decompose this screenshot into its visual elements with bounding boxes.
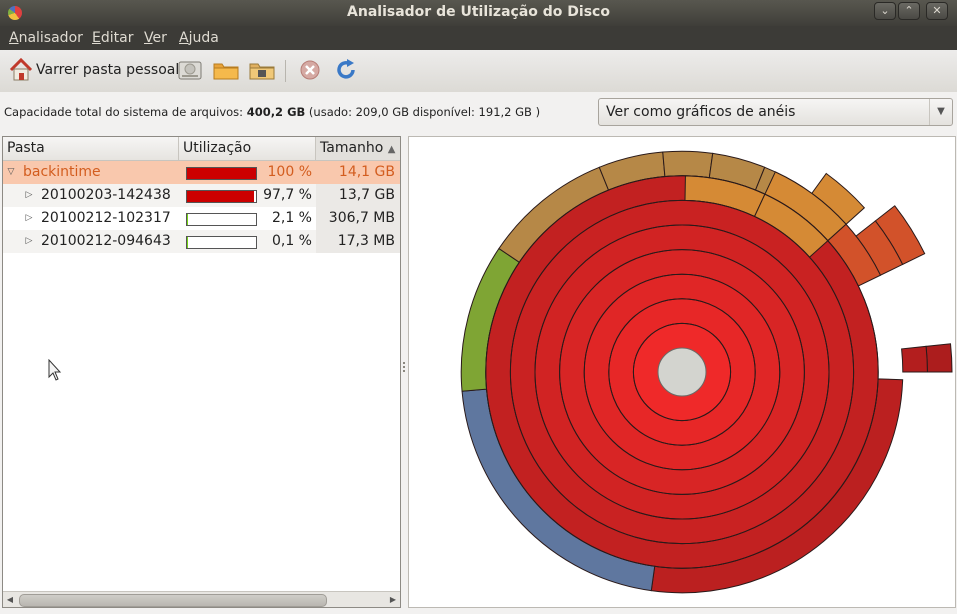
usage-bar xyxy=(186,236,257,249)
scrollbar-thumb[interactable] xyxy=(19,594,327,607)
usage-percent: 2,1 % xyxy=(271,210,312,226)
folder-name: 20100212-102317 xyxy=(41,210,171,226)
capacity-detail: (usado: 209,0 GB disponível: 191,2 GB ) xyxy=(305,105,541,119)
expander-closed-icon[interactable]: ▷ xyxy=(23,207,35,230)
scroll-left-icon[interactable]: ◀ xyxy=(3,592,17,607)
maximize-icon: ⌃ xyxy=(904,4,914,17)
folder-icon xyxy=(213,63,239,80)
chevron-down-icon: ▼ xyxy=(929,99,952,125)
folder-size: 13,7 GB xyxy=(338,187,395,203)
menu-label: ditar xyxy=(100,30,134,46)
ring-chart-panel[interactable] xyxy=(408,136,956,608)
toolbar-separator xyxy=(285,60,286,82)
close-button[interactable]: ✕ xyxy=(926,2,948,20)
horizontal-scrollbar[interactable]: ◀ ▶ xyxy=(3,591,400,607)
minimize-button[interactable]: ⌄ xyxy=(874,2,896,20)
ring-center[interactable] xyxy=(657,347,707,397)
minimize-icon: ⌄ xyxy=(880,4,890,17)
column-label: Tamanho xyxy=(320,140,384,156)
usage-bar-fill xyxy=(187,168,256,179)
folder-size: 17,3 MB xyxy=(337,233,395,249)
toolbar: Varrer pasta pessoal xyxy=(0,50,957,93)
tree-row[interactable]: ▷ 20100212-094643 0,1 % 17,3 MB xyxy=(3,230,400,253)
column-label: Utilização xyxy=(183,140,252,156)
menu-analisador[interactable]: Analisador xyxy=(9,30,83,46)
column-label: Pasta xyxy=(7,140,45,156)
expander-open-icon[interactable]: ▽ xyxy=(5,161,17,184)
capacity-text: Capacidade total do sistema de arquivos:… xyxy=(4,105,540,119)
tree-row[interactable]: ▽ backintime 100 % 14,1 GB xyxy=(3,161,400,184)
drive-icon xyxy=(178,61,202,80)
window-title: Analisador de Utilização do Disco xyxy=(347,4,610,20)
tree-header: Pasta Utilização Tamanho ▲ xyxy=(3,137,400,161)
refresh-icon xyxy=(337,59,355,79)
menu-label: er xyxy=(152,30,167,46)
menu-ver[interactable]: Ver xyxy=(144,30,167,46)
mouse-pointer-icon xyxy=(48,359,62,381)
stop-button[interactable] xyxy=(298,56,322,84)
tree-row[interactable]: ▷ 20100212-102317 2,1 % 306,7 MB xyxy=(3,207,400,230)
refresh-button[interactable] xyxy=(334,56,358,84)
usage-bar xyxy=(186,190,257,203)
pane-splitter-handle[interactable] xyxy=(402,360,407,380)
column-header-tamanho[interactable]: Tamanho ▲ xyxy=(316,137,400,160)
ring-segment[interactable] xyxy=(901,345,928,373)
folder-name: 20100212-094643 xyxy=(41,233,171,249)
scan-remote-folder-button[interactable] xyxy=(248,56,276,84)
ring-segment[interactable] xyxy=(925,343,953,373)
folder-name: 20100203-142438 xyxy=(41,187,171,203)
maximize-button[interactable]: ⌃ xyxy=(898,2,920,20)
scan-filesystem-button[interactable] xyxy=(176,56,204,84)
usage-percent: 100 % xyxy=(267,164,312,180)
scroll-right-icon[interactable]: ▶ xyxy=(386,592,400,607)
folder-name: backintime xyxy=(23,164,101,180)
scan-home-label: Varrer pasta pessoal xyxy=(36,62,180,78)
menu-label: juda xyxy=(188,30,219,46)
menu-editar[interactable]: Editar xyxy=(92,30,133,46)
menu-bar: Analisador Editar Ver Ajuda xyxy=(0,26,957,50)
usage-bar-fill xyxy=(187,191,255,202)
menu-label: nalisador xyxy=(18,30,83,46)
app-window: Analisador de Utilização do Disco ⌄ ⌃ ✕ … xyxy=(0,0,957,614)
expander-closed-icon[interactable]: ▷ xyxy=(23,230,35,253)
usage-bar-fill xyxy=(187,237,189,248)
menu-accel: A xyxy=(9,30,19,46)
view-mode-combo[interactable]: Ver como gráficos de anéis ▼ xyxy=(598,98,953,126)
folder-size: 306,7 MB xyxy=(328,210,395,226)
remote-folder-icon xyxy=(249,63,275,80)
capacity-total: 400,2 GB xyxy=(246,105,306,119)
usage-bar xyxy=(186,213,257,226)
menu-accel: A xyxy=(179,30,189,46)
usage-percent: 0,1 % xyxy=(271,233,312,249)
scan-folder-button[interactable] xyxy=(212,56,240,84)
view-mode-value: Ver como gráficos de anéis xyxy=(606,104,796,120)
ring-chart[interactable] xyxy=(409,137,955,607)
column-header-pasta[interactable]: Pasta xyxy=(3,137,179,160)
ring-segment[interactable] xyxy=(662,150,714,179)
usage-bar-fill xyxy=(187,214,189,225)
stop-icon xyxy=(300,60,320,80)
sort-ascending-icon: ▲ xyxy=(387,144,396,155)
menu-ajuda[interactable]: Ajuda xyxy=(179,30,219,46)
usage-bar xyxy=(186,167,257,180)
title-bar: Analisador de Utilização do Disco ⌄ ⌃ ✕ xyxy=(0,0,957,26)
close-icon: ✕ xyxy=(932,4,942,17)
usage-percent: 97,7 % xyxy=(263,187,312,203)
scan-home-button[interactable]: Varrer pasta pessoal xyxy=(8,56,179,84)
column-header-utilizacao[interactable]: Utilização xyxy=(179,137,316,160)
expander-closed-icon[interactable]: ▷ xyxy=(23,184,35,207)
capacity-prefix: Capacidade total do sistema de arquivos: xyxy=(4,105,247,119)
menu-accel: V xyxy=(144,30,153,46)
folder-size: 14,1 GB xyxy=(338,164,395,180)
tree-row[interactable]: ▷ 20100203-142438 97,7 % 13,7 GB xyxy=(3,184,400,207)
menu-accel: E xyxy=(92,30,101,46)
home-icon xyxy=(9,57,33,81)
